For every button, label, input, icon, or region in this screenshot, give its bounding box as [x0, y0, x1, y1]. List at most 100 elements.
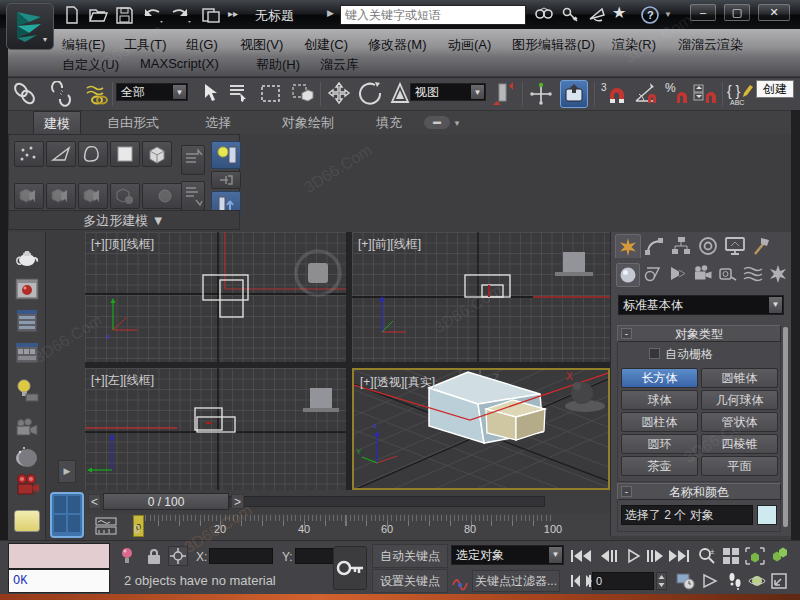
reference-coordinate-dropdown[interactable]: 视图 ▼ [410, 83, 486, 101]
menu-help[interactable]: 帮助(H) [256, 56, 300, 74]
menu-animation[interactable]: 动画(A) [448, 36, 491, 54]
selection-filter-arrow-icon[interactable]: ▼ [173, 85, 186, 99]
select-object-icon[interactable] [195, 81, 221, 107]
collapse-stack-button[interactable] [181, 145, 205, 175]
time-configuration-icon[interactable] [676, 572, 696, 590]
render-teapot-icon[interactable] [14, 244, 40, 270]
selection-lock-icon[interactable] [146, 547, 162, 565]
selection-set-dropdown[interactable]: 选定对象 ▼ [451, 545, 564, 565]
camera-cone-icon[interactable] [702, 573, 720, 589]
element-mode-button[interactable] [142, 141, 172, 167]
polygon-mode-button[interactable] [110, 141, 140, 167]
maximize-button[interactable]: ▢ [724, 4, 750, 21]
viewport-left-label[interactable]: [+][左][线框] [91, 372, 154, 389]
menu-cloud-render[interactable]: 溜溜云渲染 [678, 36, 743, 54]
snaps-toggle-icon[interactable]: 3 [600, 81, 626, 107]
edit-poly-mode-button-3[interactable] [78, 183, 108, 209]
autogrid-checkbox[interactable] [649, 348, 660, 359]
communication-icon[interactable] [560, 5, 582, 25]
title-expand-icon[interactable]: ▶ [327, 8, 334, 18]
menu-liuyun-lib[interactable]: 溜云库 [320, 56, 359, 74]
search-input[interactable] [340, 5, 526, 25]
menu-create[interactable]: 创建(C) [304, 36, 348, 54]
primitive-category-arrow-icon[interactable]: ▼ [769, 297, 782, 313]
toolbar-overflow-icon[interactable]: ▸▸ [228, 8, 238, 19]
tab-motion[interactable] [696, 234, 722, 258]
select-by-name-icon[interactable] [226, 81, 252, 107]
rollout-collapse-icon-2[interactable]: - [621, 486, 632, 497]
viewport-perspective[interactable]: [+][透视][真实] Z Y X [352, 368, 610, 490]
use-pivot-center-icon[interactable] [492, 81, 518, 107]
panel-scrollbar[interactable] [783, 327, 788, 527]
yellow-swatch-button[interactable] [14, 510, 40, 532]
category-systems-icon[interactable] [767, 263, 791, 287]
edit-poly-mode-button[interactable] [14, 183, 44, 209]
tab-create[interactable] [615, 234, 641, 258]
button-torus[interactable]: 圆环 [621, 434, 698, 454]
material-editor-icon[interactable] [14, 340, 40, 366]
category-geometry-icon[interactable] [616, 263, 640, 287]
favorites-star-icon[interactable]: ★ [612, 3, 626, 22]
new-file-icon[interactable] [62, 5, 82, 25]
ribbon-tab-modeling[interactable]: 建模 [33, 111, 81, 134]
track-bar-ticks[interactable] [137, 515, 554, 537]
minimize-button[interactable]: – [690, 4, 716, 21]
vertex-mode-button[interactable] [14, 141, 44, 167]
viewport-top[interactable]: [+][顶][线框] x [85, 232, 346, 362]
redo-icon[interactable] [168, 5, 192, 25]
application-menu-button[interactable]: ▾ [6, 3, 54, 50]
isolate-toggle-icon[interactable] [120, 547, 134, 565]
zoom-extents-all-icon[interactable] [769, 546, 791, 566]
viewport-left[interactable]: [+][左][线框] [85, 368, 346, 490]
open-file-icon[interactable] [88, 5, 110, 25]
absolute-mode-icon[interactable] [168, 546, 188, 566]
maximize-viewport-toggle-icon[interactable] [770, 572, 788, 590]
menu-views[interactable]: 视图(V) [240, 36, 283, 54]
border-mode-button[interactable] [78, 141, 108, 167]
rollout-collapse-icon[interactable]: - [621, 328, 632, 339]
rollout-name-color[interactable]: - 名称和颜色 [617, 483, 781, 500]
button-geosphere[interactable]: 几何球体 [701, 390, 778, 410]
ribbon-minimize-arrow-icon[interactable]: ▼ [453, 119, 461, 128]
menu-customize[interactable]: 自定义(U) [62, 56, 119, 74]
category-spacewarps-icon[interactable] [742, 263, 766, 287]
render-setup-dialog-icon[interactable] [14, 308, 40, 334]
rendered-frame-window-icon[interactable] [14, 276, 40, 302]
ribbon-tab-populate[interactable]: 填充 [366, 111, 412, 134]
viewport-front-label[interactable]: [+][前][线框] [358, 236, 421, 253]
category-lights-icon[interactable] [667, 263, 691, 287]
menu-edit[interactable]: 编辑(E) [62, 36, 105, 54]
maxscript-macro-pane[interactable] [8, 543, 110, 569]
light-lister-icon[interactable] [14, 377, 40, 403]
button-plane[interactable]: 平面 [701, 456, 778, 476]
window-crossing-icon[interactable] [290, 81, 316, 107]
viewport-front[interactable]: [+][前][线框] [352, 232, 610, 362]
category-shapes-icon[interactable] [642, 263, 666, 287]
category-cameras-icon[interactable] [692, 263, 716, 287]
select-and-rotate-icon[interactable] [357, 81, 383, 107]
edit-poly-mode-button-2[interactable] [46, 183, 76, 209]
environment-icon[interactable] [14, 444, 40, 470]
menu-modifiers[interactable]: 修改器(M) [368, 36, 427, 54]
key-filters-button[interactable]: 关键点过滤器... [472, 570, 560, 592]
auto-key-button[interactable]: 自动关键点 [372, 544, 448, 568]
set-key-button[interactable]: 设置关键点 [372, 569, 448, 593]
select-and-link-icon[interactable] [12, 81, 38, 107]
new-key-curve-icon[interactable] [451, 571, 469, 591]
go-to-start-icon[interactable] [570, 548, 592, 564]
zoom-extents-icon[interactable] [721, 546, 741, 566]
primitive-category-dropdown[interactable]: 标准基本体 ▼ [618, 295, 784, 315]
button-teapot[interactable]: 茶壶 [621, 456, 698, 476]
bind-to-space-warp-icon[interactable] [84, 81, 110, 107]
button-pyramid[interactable]: 四棱锥 [701, 434, 778, 454]
key-mode-toggle-icon[interactable] [570, 573, 592, 589]
angle-snap-icon[interactable] [632, 81, 658, 107]
project-folder-icon[interactable] [200, 5, 222, 25]
button-tube[interactable]: 管状体 [701, 412, 778, 432]
rectangular-selection-region-icon[interactable] [258, 81, 284, 107]
tab-display[interactable] [723, 234, 749, 258]
menu-tools[interactable]: 工具(T) [124, 36, 167, 54]
layout-flyout-button[interactable]: ▶ [58, 460, 76, 483]
tab-utilities[interactable] [750, 234, 776, 258]
button-box[interactable]: 长方体 [621, 368, 698, 388]
